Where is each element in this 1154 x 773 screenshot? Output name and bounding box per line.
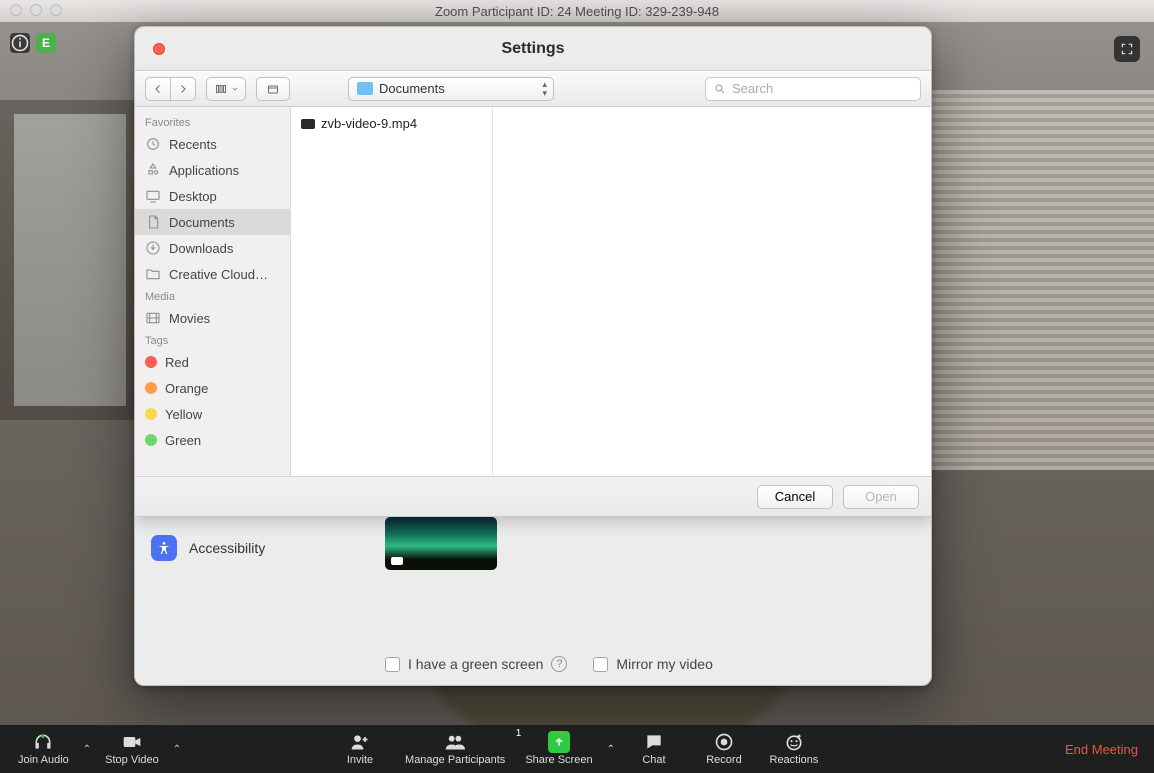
desktop-icon — [145, 188, 161, 204]
sidebar-item-applications[interactable]: Applications — [135, 157, 290, 183]
audio-caret[interactable]: ⌃ — [79, 744, 95, 755]
record-icon — [714, 732, 734, 752]
reactions-icon — [784, 732, 804, 752]
stop-video-button[interactable]: Stop Video — [95, 732, 169, 766]
encryption-badge[interactable]: E — [36, 33, 56, 53]
sidebar-item-orange[interactable]: Orange — [135, 375, 290, 401]
group-button[interactable] — [256, 77, 290, 101]
share-caret[interactable]: ⌃ — [603, 744, 619, 755]
tag-dot-icon — [145, 408, 157, 420]
accessibility-icon — [151, 535, 177, 561]
view-mode-button[interactable] — [206, 77, 246, 101]
share-screen-button[interactable]: Share Screen — [515, 732, 602, 766]
chat-icon — [644, 732, 664, 752]
help-icon[interactable]: ? — [551, 656, 567, 672]
apps-icon — [145, 162, 161, 178]
sidebar-section-title: Tags — [135, 331, 290, 349]
virtual-background-thumbnail[interactable] — [385, 517, 497, 570]
invite-icon — [350, 732, 370, 752]
download-icon — [145, 240, 161, 256]
sidebar-item-desktop[interactable]: Desktop — [135, 183, 290, 209]
end-meeting-button[interactable]: End Meeting — [1065, 742, 1146, 757]
tag-dot-icon — [145, 434, 157, 446]
folder-icon — [357, 82, 373, 95]
chat-button[interactable]: Chat — [619, 732, 689, 766]
file-toolbar: Documents ▴▾ — [135, 71, 931, 107]
chevron-updown-icon: ▴▾ — [542, 80, 547, 98]
sidebar-item-red[interactable]: Red — [135, 349, 290, 375]
minimize-light[interactable] — [30, 4, 42, 16]
sidebar-item-yellow[interactable]: Yellow — [135, 401, 290, 427]
movie-icon — [145, 310, 161, 326]
manage-participants-button[interactable]: 1 Manage Participants — [395, 732, 515, 766]
preview-column — [493, 107, 931, 476]
nav-forward-button[interactable] — [170, 77, 196, 101]
invite-button[interactable]: Invite — [325, 732, 395, 766]
settings-title: Settings — [501, 40, 564, 58]
nav-back-button[interactable] — [145, 77, 170, 101]
settings-header: Settings — [135, 27, 931, 71]
sidebar-item-downloads[interactable]: Downloads — [135, 235, 290, 261]
video-caret[interactable]: ⌃ — [169, 744, 185, 755]
file-column[interactable]: zvb-video-9.mp4 — [291, 107, 493, 476]
search-input[interactable] — [732, 81, 912, 96]
file-row[interactable]: zvb-video-9.mp4 — [291, 113, 492, 134]
sidebar-item-movies[interactable]: Movies — [135, 305, 290, 331]
video-icon — [122, 732, 142, 752]
window-title: Zoom Participant ID: 24 Meeting ID: 329-… — [435, 4, 719, 19]
green-screen-label: I have a green screen — [408, 656, 543, 672]
close-light[interactable] — [10, 4, 22, 16]
mirror-label: Mirror my video — [616, 656, 712, 672]
finder-sidebar: FavoritesRecentsApplicationsDesktopDocum… — [135, 107, 291, 476]
traffic-lights — [10, 4, 62, 16]
video-file-icon — [301, 119, 315, 129]
sidebar-item-recents[interactable]: Recents — [135, 131, 290, 157]
doc-icon — [145, 214, 161, 230]
settings-window: Settings Documents ▴▾ — [134, 26, 932, 686]
tag-dot-icon — [145, 382, 157, 394]
tag-dot-icon — [145, 356, 157, 368]
record-button[interactable]: Record — [689, 732, 759, 766]
join-audio-button[interactable]: Join Audio — [8, 732, 79, 766]
mirror-video-checkbox[interactable]: Mirror my video — [593, 656, 712, 672]
sidebar-item-green[interactable]: Green — [135, 427, 290, 453]
zoom-toolbar: Join Audio ⌃ Stop Video ⌃ Invite 1 Manag… — [0, 725, 1154, 773]
zoom-light[interactable] — [50, 4, 62, 16]
sidebar-section-title: Media — [135, 287, 290, 305]
cancel-button[interactable]: Cancel — [757, 485, 833, 509]
location-dropdown[interactable]: Documents ▴▾ — [348, 77, 554, 101]
folder-icon — [145, 266, 161, 282]
fullscreen-button[interactable] — [1114, 36, 1140, 62]
camera-icon — [391, 557, 403, 565]
share-icon — [548, 731, 570, 753]
sidebar-item-documents[interactable]: Documents — [135, 209, 290, 235]
sidebar-item-creative-cloud-[interactable]: Creative Cloud… — [135, 261, 290, 287]
search-icon — [714, 83, 726, 95]
file-open-sheet: Documents ▴▾ FavoritesRecentsApplication… — [135, 71, 931, 517]
settings-tab-accessibility[interactable]: Accessibility — [147, 527, 347, 569]
reactions-button[interactable]: Reactions — [759, 732, 829, 766]
sidebar-section-title: Favorites — [135, 113, 290, 131]
participants-icon — [445, 732, 465, 752]
info-icon[interactable] — [10, 33, 30, 53]
close-button[interactable] — [153, 43, 165, 55]
accessibility-label: Accessibility — [189, 540, 265, 556]
macos-titlebar: Zoom Participant ID: 24 Meeting ID: 329-… — [0, 0, 1154, 22]
location-label: Documents — [379, 81, 445, 96]
participant-count: 1 — [516, 728, 522, 739]
green-screen-checkbox[interactable]: I have a green screen ? — [385, 656, 567, 672]
open-button[interactable]: Open — [843, 485, 919, 509]
headphones-icon — [33, 732, 53, 752]
clock-icon — [145, 136, 161, 152]
search-field[interactable] — [705, 77, 921, 101]
